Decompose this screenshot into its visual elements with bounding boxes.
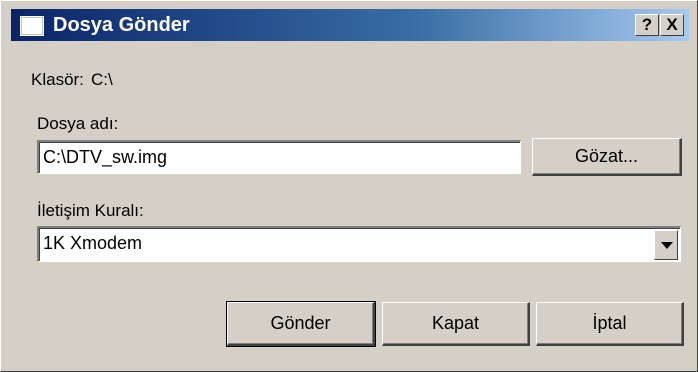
protocol-selected-value: 1K Xmodem bbox=[43, 233, 143, 253]
help-button[interactable]: ? bbox=[635, 14, 659, 36]
window-icon bbox=[20, 16, 44, 36]
send-button[interactable]: Gönder bbox=[226, 301, 376, 347]
title-bar[interactable]: Dosya Gönder ? X bbox=[11, 9, 689, 41]
chevron-down-icon bbox=[661, 242, 673, 249]
folder-value: C:\ bbox=[91, 70, 113, 89]
window-title: Dosya Gönder bbox=[53, 14, 190, 36]
protocol-label: İletişim Kuralı: bbox=[37, 201, 144, 220]
folder-label: Klasör: bbox=[31, 70, 84, 89]
close-window-button[interactable]: X bbox=[660, 14, 684, 36]
cancel-button[interactable]: İptal bbox=[536, 302, 684, 346]
dropdown-arrow-button[interactable] bbox=[654, 230, 678, 260]
close-button[interactable]: Kapat bbox=[382, 302, 530, 346]
browse-button[interactable]: Gözat... bbox=[532, 138, 682, 176]
filename-label: Dosya adı: bbox=[37, 114, 119, 133]
filename-input[interactable]: C:\DTV_sw.img bbox=[37, 140, 521, 174]
send-file-dialog: Dosya Gönder ? X Klasör: C:\ Dosya adı: … bbox=[0, 0, 698, 372]
protocol-select[interactable]: 1K Xmodem bbox=[37, 226, 681, 262]
